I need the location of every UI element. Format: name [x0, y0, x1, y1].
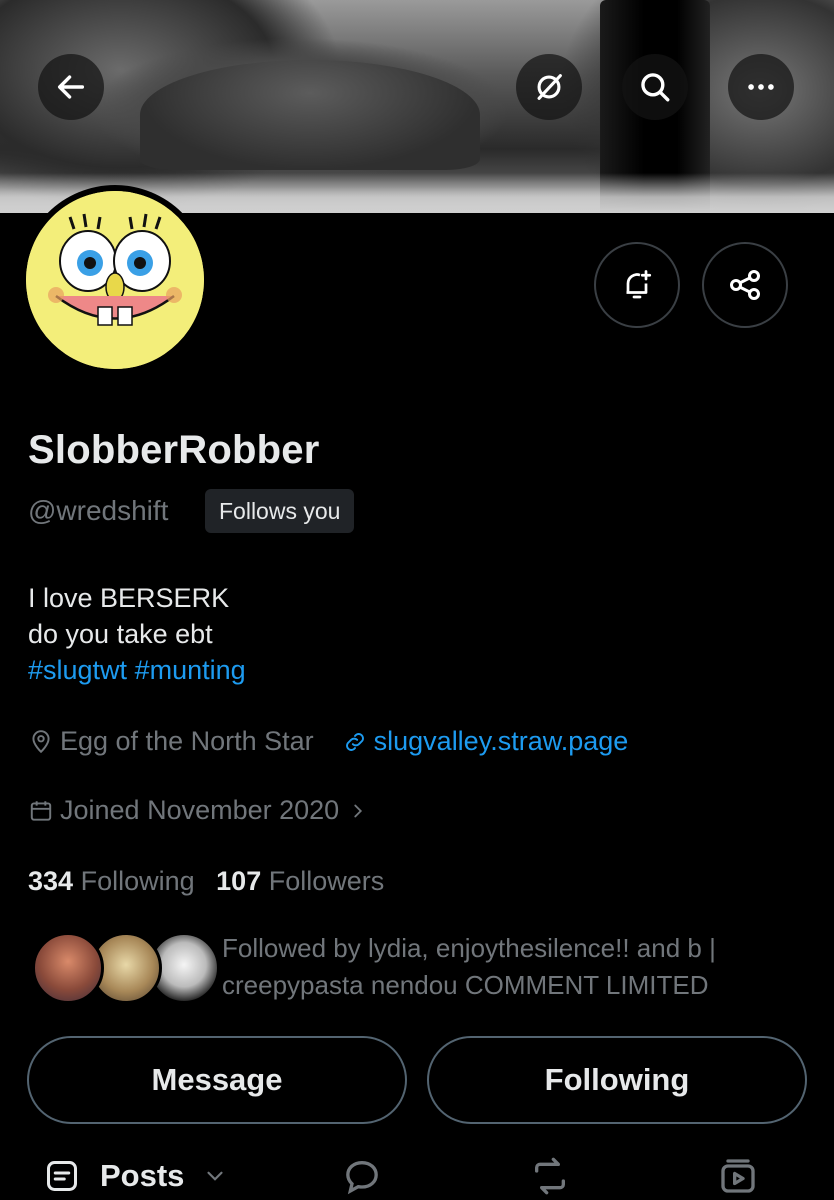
bio-line: I love BERSERK [28, 583, 230, 613]
reply-icon[interactable] [342, 1156, 382, 1196]
calendar-icon [30, 800, 52, 821]
followers-count: 107 [216, 866, 262, 896]
bio: I love BERSERK do you take ebt #slugtwt … [28, 580, 246, 688]
search-button[interactable] [622, 54, 688, 120]
banner-hill [140, 60, 480, 170]
avatar-image [26, 191, 204, 369]
link-icon [345, 732, 364, 751]
tab-posts[interactable]: Posts [44, 1158, 228, 1194]
joined-text: Joined November 2020 [60, 795, 340, 825]
hashtag-link[interactable]: #slugtwt [28, 655, 127, 685]
chevron-down-icon [207, 1171, 224, 1181]
website-text: slugvalley.straw.page [373, 726, 629, 756]
more-icon [748, 84, 774, 90]
back-button[interactable] [38, 54, 104, 120]
hashtag-link[interactable]: #munting [135, 655, 246, 685]
chevron-right-icon [354, 804, 363, 817]
handle: @wredshift [28, 495, 169, 526]
bio-hashtags: #slugtwt #munting [28, 652, 246, 688]
share-button[interactable] [702, 242, 788, 328]
location-text: Egg of the North Star [60, 726, 314, 756]
grok-button[interactable] [516, 54, 582, 120]
search-icon [641, 73, 670, 102]
more-button[interactable] [728, 54, 794, 120]
back-arrow-icon [57, 75, 85, 99]
location-icon [32, 729, 50, 753]
posts-icon [47, 1161, 77, 1191]
following-label: Following [80, 866, 195, 896]
followers-label: Followers [268, 866, 385, 896]
followed-by[interactable]: Followed by lydia, enjoythesilence!! and… [28, 930, 808, 1010]
following-button[interactable]: Following [427, 1036, 807, 1124]
following-stat[interactable]: 334 Following [28, 866, 195, 896]
share-icon [730, 270, 760, 300]
profile-tabs: Posts [0, 1148, 834, 1200]
bell-plus-icon [626, 270, 652, 299]
bio-line: do you take ebt [28, 619, 213, 649]
repost-icon[interactable] [530, 1156, 570, 1196]
website-link[interactable]: slugvalley.straw.page [342, 726, 629, 757]
joined-row[interactable]: Joined November 2020 [28, 795, 375, 826]
media-icon[interactable] [718, 1156, 758, 1196]
message-button[interactable]: Message [27, 1036, 407, 1124]
follows-you-badge: Follows you [205, 489, 355, 533]
follow-stats: 334 Following 107 Followers [28, 866, 384, 897]
grok-icon [537, 74, 562, 100]
followed-by-text: Followed by lydia, enjoythesilence!! and… [222, 933, 716, 1000]
display-name: SlobberRobber [28, 428, 320, 472]
follower-avatar [32, 932, 104, 1004]
profile-banner[interactable] [0, 0, 834, 213]
location-link-row: Egg of the North Star slugvalley.straw.p… [28, 726, 628, 757]
notifications-button[interactable] [594, 242, 680, 328]
following-count: 334 [28, 866, 74, 896]
followers-stat[interactable]: 107 Followers [216, 866, 384, 896]
avatar[interactable] [20, 185, 210, 375]
tab-posts-label: Posts [100, 1158, 185, 1193]
